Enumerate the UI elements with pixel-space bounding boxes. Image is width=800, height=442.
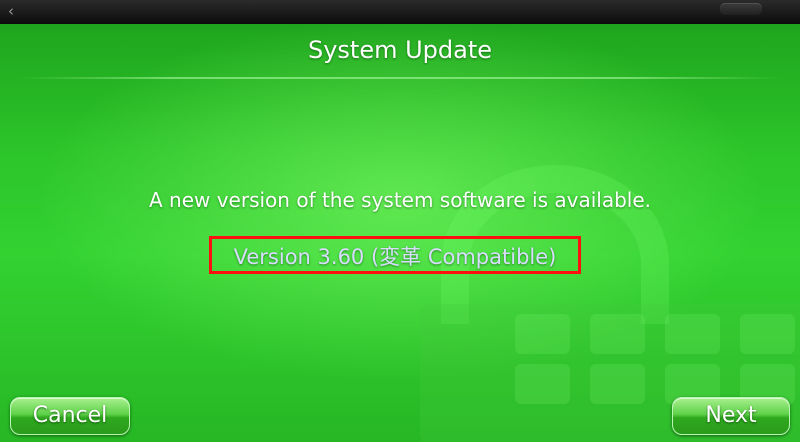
title-divider: [20, 77, 780, 79]
next-button[interactable]: Next: [672, 397, 790, 435]
update-message: A new version of the system software is …: [148, 188, 652, 212]
status-bar-tab: [720, 3, 762, 15]
version-highlight-box: [209, 236, 581, 274]
lock-icon: [420, 165, 800, 442]
page-title: System Update: [307, 36, 493, 64]
cancel-button[interactable]: Cancel: [10, 397, 130, 435]
status-bar: ‹: [0, 0, 800, 24]
back-chevron-icon[interactable]: ‹: [8, 2, 24, 20]
system-update-screen: System Update A new version of the syste…: [0, 24, 800, 442]
